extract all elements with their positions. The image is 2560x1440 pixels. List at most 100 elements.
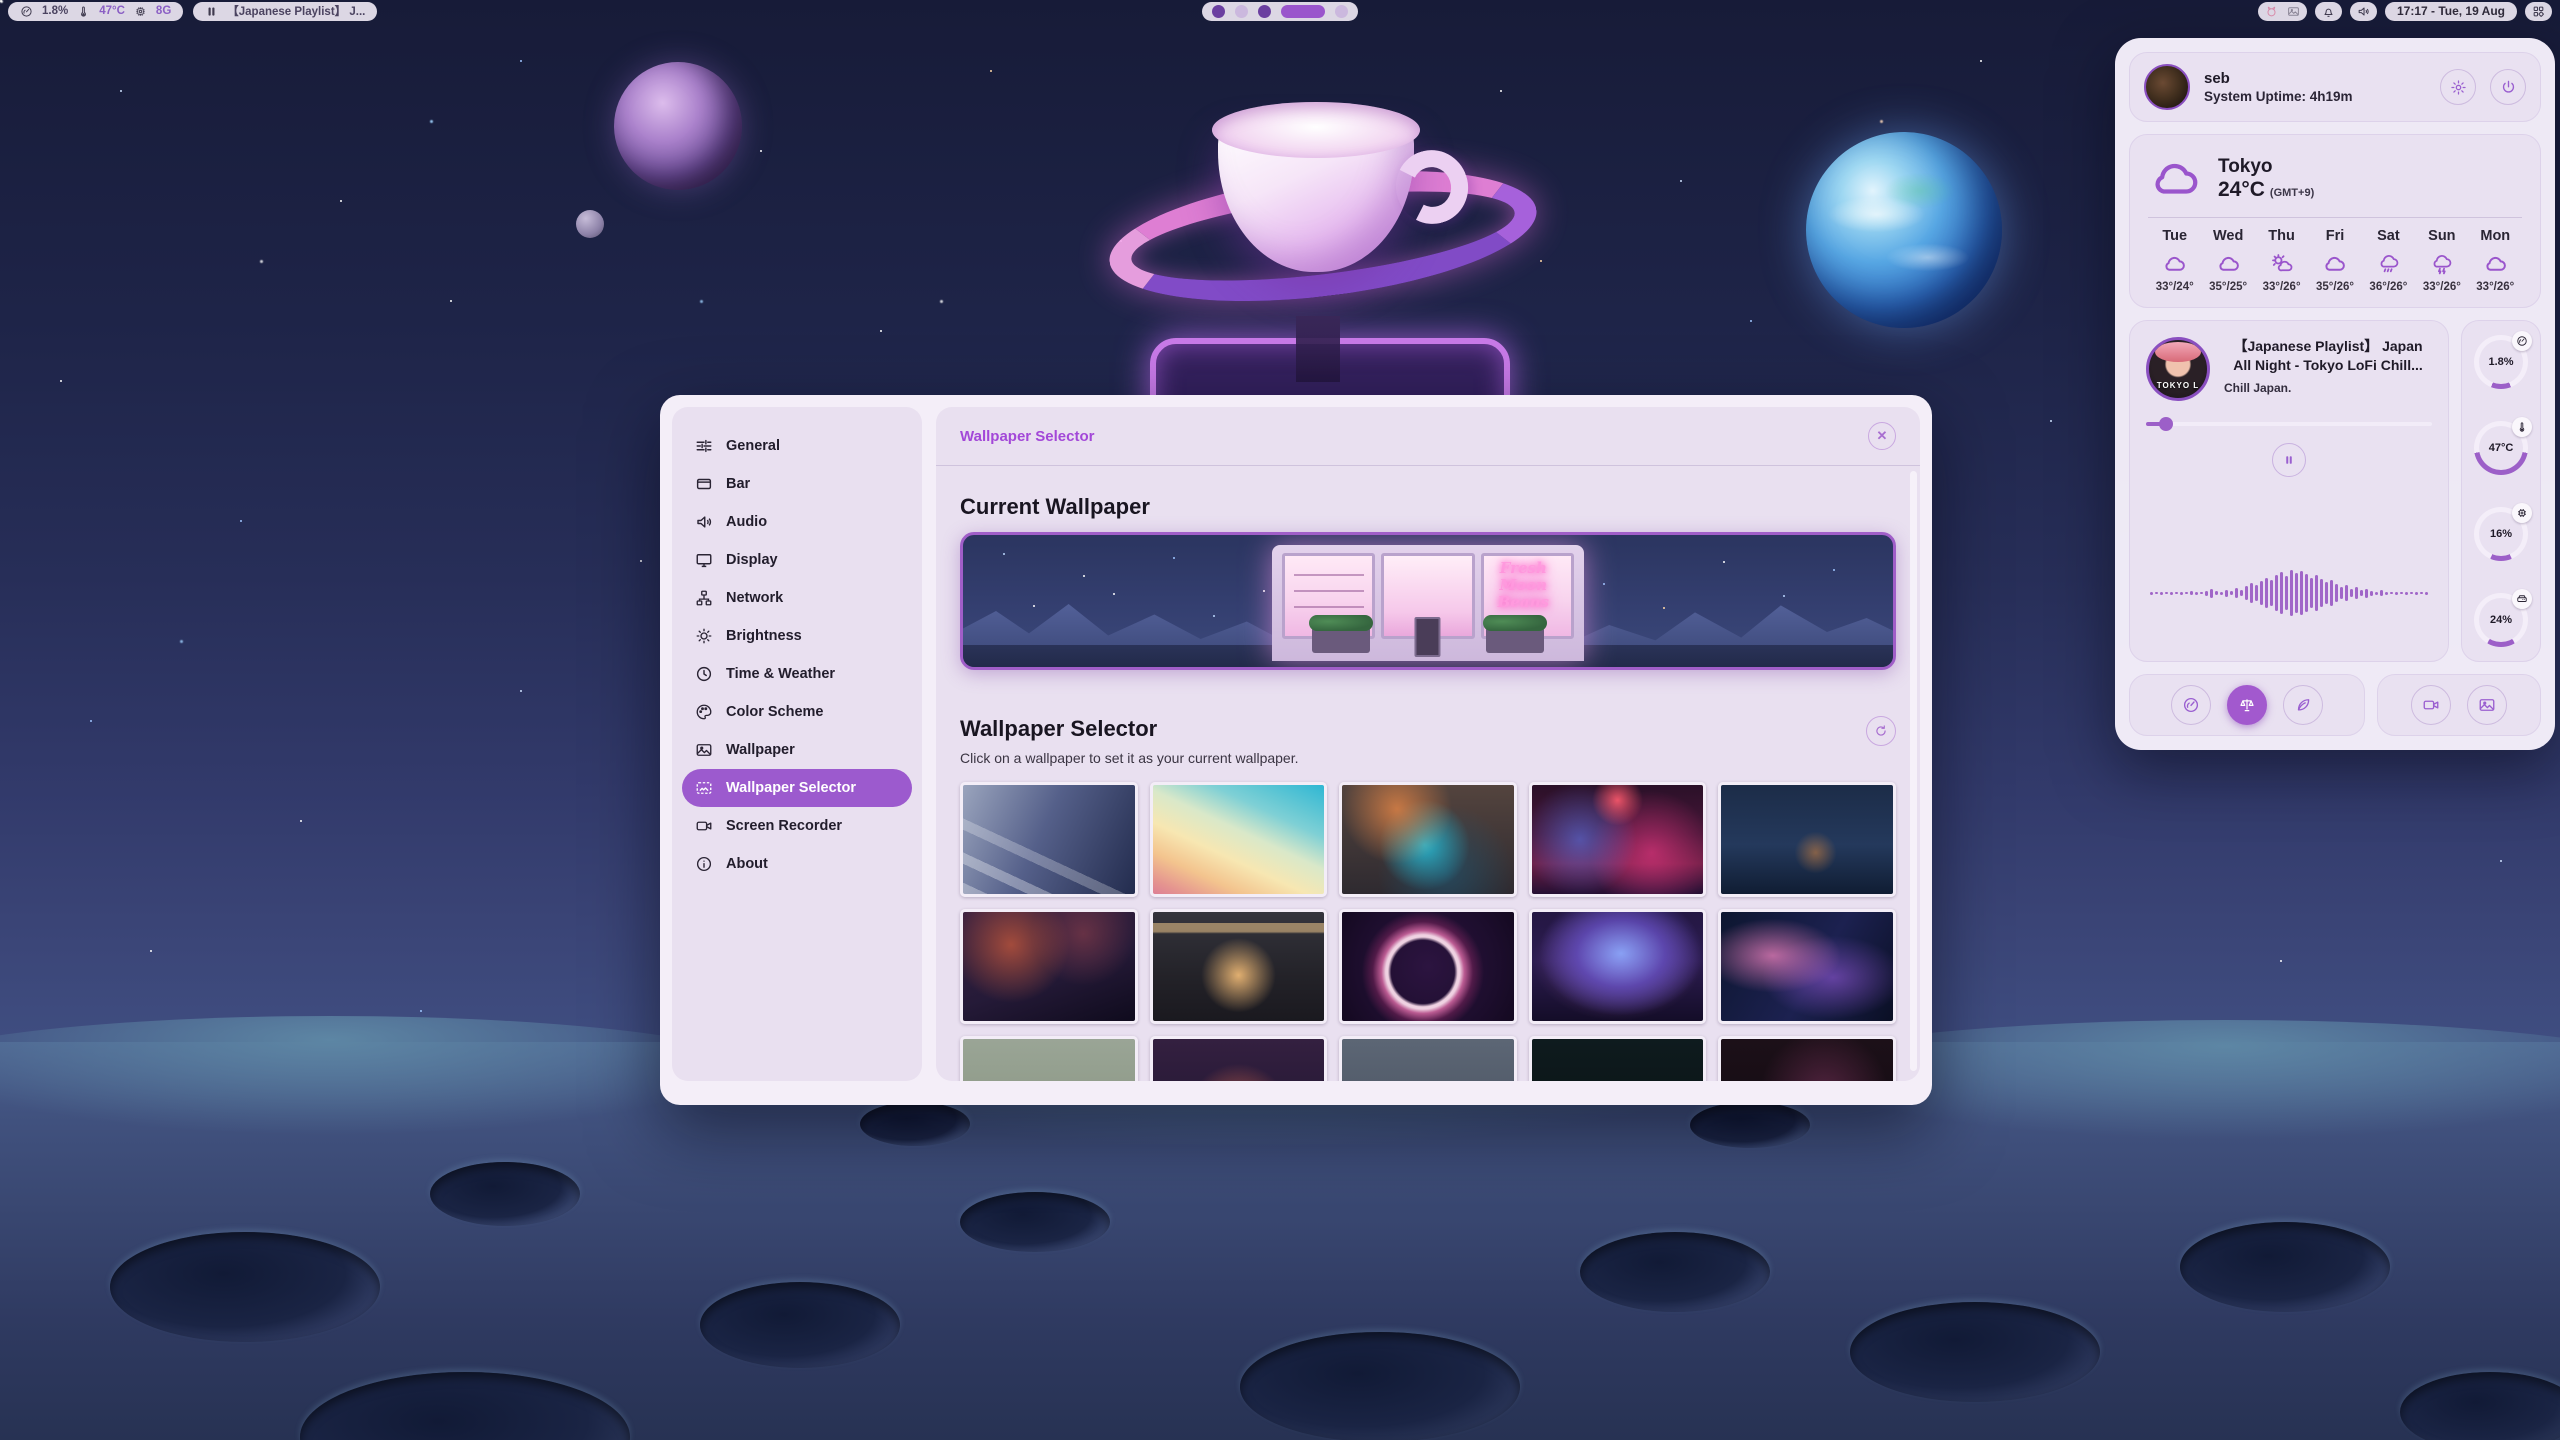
media-module-label: 【Japanese Playlist】 J...	[227, 3, 365, 19]
sidebar-item-color-scheme[interactable]: Color Scheme	[682, 693, 912, 731]
current-wallpaper-heading: Current Wallpaper	[960, 494, 1896, 520]
cpu-usage: 1.8%	[42, 5, 68, 17]
crater	[860, 1102, 970, 1146]
workspaces-module	[1202, 2, 1358, 21]
sidebar-item-wallpaper-selector[interactable]: Wallpaper Selector	[682, 769, 912, 807]
chip-icon	[134, 5, 147, 18]
brightness-icon	[695, 627, 713, 645]
sidebar-item-display[interactable]: Display	[682, 541, 912, 579]
disk-icon	[2516, 593, 2528, 605]
rain-cloud-icon	[2376, 251, 2401, 276]
wallpaper-thumbnail-wireframe-waves[interactable]	[1718, 909, 1896, 1024]
workspace-dot-5[interactable]	[1335, 5, 1348, 18]
power-saver-profile-button[interactable]	[2283, 685, 2323, 725]
sidebar-item-network[interactable]: Network	[682, 579, 912, 617]
menu-board	[1414, 617, 1440, 657]
wallpaper-thumbnail-pastel-gradient[interactable]	[1150, 782, 1328, 897]
memory-gauge: 16%	[2474, 507, 2528, 561]
scales-icon	[2238, 696, 2256, 714]
clock-module[interactable]: 17:17 - Tue, 19 Aug	[2385, 2, 2517, 21]
seek-slider[interactable]	[2146, 417, 2432, 431]
crater	[1850, 1302, 2100, 1402]
clock-label: 17:17 - Tue, 19 Aug	[2397, 4, 2505, 18]
media-module[interactable]: 【Japanese Playlist】 J...	[193, 2, 377, 21]
refresh-button[interactable]	[1866, 716, 1896, 746]
wallpaper-thumbnail-ember-forest[interactable]	[960, 909, 1138, 1024]
memory-usage: 8G	[156, 5, 171, 17]
sidebar-item-bar[interactable]: Bar	[682, 465, 912, 503]
wallpaper-thumbnail-nebula-forest[interactable]	[1529, 909, 1707, 1024]
sidebar-item-brightness[interactable]: Brightness	[682, 617, 912, 655]
screenshot-button[interactable]	[2467, 685, 2507, 725]
info-icon	[695, 855, 713, 873]
crater	[2400, 1372, 2560, 1440]
waveform	[2146, 541, 2432, 645]
notifications-module[interactable]	[2315, 2, 2342, 21]
settings-sidebar: General Bar Audio Display Network Bright…	[672, 407, 922, 1081]
sliders-icon	[695, 437, 713, 455]
gear-icon	[2450, 79, 2467, 96]
wallpaper-thumbnail-autumn-dark[interactable]	[1150, 1036, 1328, 1081]
thermometer-icon	[77, 5, 90, 18]
pause-button[interactable]	[2272, 443, 2306, 477]
power-icon	[2500, 79, 2517, 96]
sidebar-item-wallpaper[interactable]: Wallpaper	[682, 731, 912, 769]
crater	[110, 1232, 380, 1342]
wallpaper-thumbnail-dark-maroon[interactable]	[1718, 1036, 1896, 1081]
wallpaper-thumbnail-teal-orange-blur[interactable]	[1339, 782, 1517, 897]
cloud-icon	[2483, 251, 2508, 276]
performance-profile-button[interactable]	[2171, 685, 2211, 725]
crater	[960, 1192, 1110, 1252]
image-tray-icon[interactable]	[2287, 5, 2300, 18]
track-title: 【Japanese Playlist】 Japan All Night - To…	[2224, 337, 2432, 375]
chip-icon	[2516, 507, 2528, 519]
weather-city: Tokyo	[2218, 155, 2314, 178]
power-button[interactable]	[2490, 69, 2526, 105]
dashboard-module[interactable]	[2525, 2, 2552, 21]
wallpaper-thumbnail-sage-field[interactable]	[960, 1036, 1138, 1081]
sidebar-item-audio[interactable]: Audio	[682, 503, 912, 541]
crater	[2180, 1222, 2390, 1312]
gauge-icon	[20, 5, 33, 18]
workspace-dot-2[interactable]	[1235, 5, 1248, 18]
workspace-active-4[interactable]	[1281, 5, 1325, 18]
volume-module[interactable]	[2350, 2, 2377, 21]
forecast-day: Wed35°/25°	[2201, 228, 2254, 293]
wallpaper-thumbnail-slate-grey[interactable]	[1339, 1036, 1517, 1081]
cup-mouth	[1212, 102, 1420, 158]
system-stats-module[interactable]: 1.8% 47°C 8G	[8, 2, 183, 21]
workspace-dot-1[interactable]	[1212, 5, 1225, 18]
seek-thumb[interactable]	[2159, 417, 2173, 431]
wallpaper-thumbnail-neon-arcade[interactable]	[1529, 782, 1707, 897]
wallpaper-thumbnail-anime-street[interactable]	[960, 782, 1138, 897]
track-artist: Chill Japan.	[2224, 381, 2432, 395]
sidebar-item-general[interactable]: General	[682, 427, 912, 465]
screen-record-button[interactable]	[2411, 685, 2451, 725]
wallpaper-thumbnail-purple-ring[interactable]	[1339, 909, 1517, 1024]
system-tray	[2258, 2, 2307, 21]
planter	[1486, 627, 1544, 653]
apps-grid-icon	[2532, 5, 2545, 18]
cat-tray-icon[interactable]	[2265, 5, 2278, 18]
system-uptime: System Uptime: 4h19m	[2204, 89, 2426, 104]
close-button[interactable]: ✕	[1868, 422, 1896, 450]
weather-card: Tokyo 24°C(GMT+9) Tue33°/24° Wed35°/25° …	[2129, 134, 2541, 308]
settings-window: General Bar Audio Display Network Bright…	[660, 395, 1932, 1105]
sidebar-item-label: Bar	[726, 476, 750, 492]
wallpaper-thumbnail-dark-teal[interactable]	[1529, 1036, 1707, 1081]
content-scrollbar[interactable]	[1910, 471, 1917, 1071]
balanced-profile-button[interactable]	[2227, 685, 2267, 725]
wallpaper-thumbnail-lofi-coffee-shop[interactable]	[1150, 909, 1328, 1024]
wallpaper-thumbnail-snowy-night[interactable]	[1718, 782, 1896, 897]
media-player-card: TOKYO L 【Japanese Playlist】 Japan All Ni…	[2129, 320, 2449, 662]
sidebar-item-screen-recorder[interactable]: Screen Recorder	[682, 807, 912, 845]
sidebar-item-about[interactable]: About	[682, 845, 912, 883]
crater	[1240, 1332, 1520, 1440]
forecast-day: Sun33°/26°	[2415, 228, 2468, 293]
sidebar-item-time-weather[interactable]: Time & Weather	[682, 655, 912, 693]
workspace-dot-3[interactable]	[1258, 5, 1271, 18]
pause-icon	[2283, 454, 2295, 466]
sidebar-item-label: General	[726, 438, 780, 454]
weather-timezone: (GMT+9)	[2270, 187, 2314, 199]
settings-button[interactable]	[2440, 69, 2476, 105]
